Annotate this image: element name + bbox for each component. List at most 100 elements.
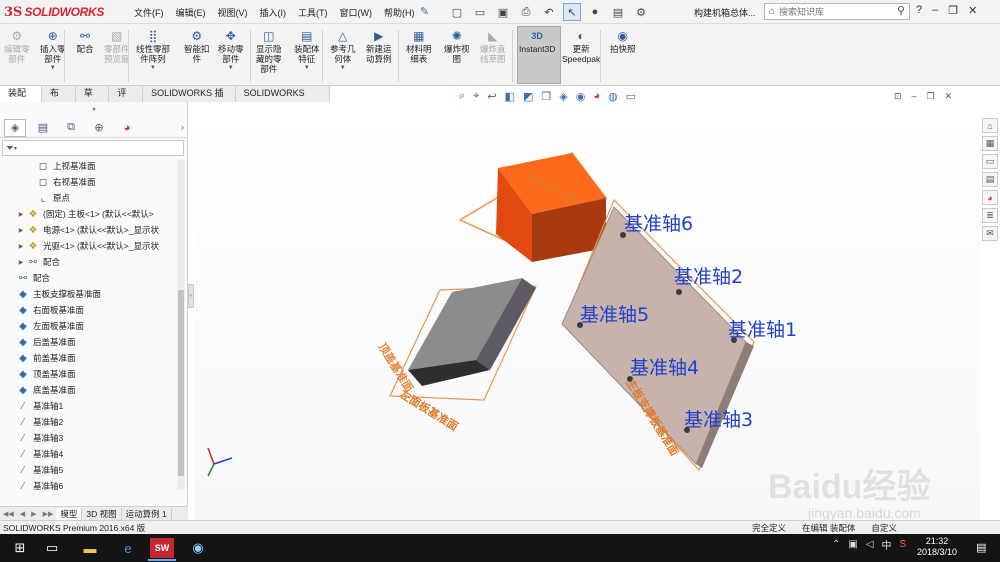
section-view-icon[interactable]: ◧	[505, 90, 515, 103]
property-manager-icon[interactable]: ▤	[32, 119, 54, 137]
restore-icon[interactable]: ❐	[948, 4, 958, 17]
assembly-scene[interactable]: 前盖基准面 主板支撑板基准面 顶盖基准面 左面板基准面 基准轴6 基准轴2 基准…	[194, 102, 980, 520]
bom-button[interactable]: ▦ 材料明 细表	[406, 28, 432, 64]
view-palette-icon[interactable]: ▤	[982, 172, 998, 187]
tree-item[interactable]: ◆ 后盖基准面	[0, 334, 176, 350]
edit-appearance-icon[interactable]: ◕	[593, 90, 600, 103]
feature-manager-icon[interactable]: ◈	[4, 118, 26, 137]
linear-pattern-button[interactable]: ⣿ 线性零部 件阵列 ▼	[136, 28, 170, 72]
chevron-down-icon[interactable]: ▼	[340, 64, 346, 72]
filter-icon[interactable]: ⏷	[6, 143, 14, 154]
tree-item[interactable]: ⁄ 基准轴3	[0, 430, 176, 446]
edit-component-button[interactable]: ⚙ 编辑零 部件	[4, 28, 30, 64]
nav-next-icon[interactable]: ▶	[28, 510, 39, 518]
menu-insert[interactable]: 插入(I)	[260, 6, 287, 19]
expand-arrow-icon[interactable]: ▶	[16, 243, 26, 250]
expand-arrow-icon[interactable]: ▶	[16, 259, 26, 266]
rebuild-icon[interactable]: ●	[586, 3, 604, 21]
expand-arrow-icon[interactable]: ▶	[16, 211, 26, 218]
mate-button[interactable]: ⚯ 配合	[76, 28, 94, 54]
tree-item[interactable]: ⁄ 基准轴4	[0, 446, 176, 462]
instant3d-button[interactable]: 3D Instant3D	[519, 28, 555, 54]
tray-arrow-icon[interactable]: ⌃	[832, 539, 840, 550]
assembly-features-button[interactable]: ▤ 装配体 特征 ▼	[294, 28, 320, 72]
chevron-down-icon[interactable]: ▼	[150, 64, 156, 72]
windows-start-icon[interactable]: ⊞	[8, 538, 32, 558]
close-icon[interactable]: ✕	[968, 4, 977, 17]
file-properties-icon[interactable]: ▤	[609, 3, 627, 21]
nav-prev-icon[interactable]: ◀	[17, 510, 28, 518]
graphics-area[interactable]: 前盖基准面 主板支撑板基准面 顶盖基准面 左面板基准面 基准轴6 基准轴2 基准…	[194, 102, 980, 520]
chevron-down-icon[interactable]: ▼	[50, 64, 56, 72]
tree-item[interactable]: ⁄ 基准轴6	[0, 478, 176, 494]
tree-item[interactable]: ⚯ 配合	[0, 270, 176, 286]
menu-view[interactable]: 视图(V)	[218, 6, 248, 19]
menu-file[interactable]: 文件(F)	[134, 6, 164, 19]
open-icon[interactable]: ▭	[471, 3, 489, 21]
zoom-area-icon[interactable]: ⌖	[473, 90, 479, 103]
edge-icon[interactable]: e	[116, 538, 140, 558]
new-motion-study-button[interactable]: ▶ 新建运 动算例	[366, 28, 392, 64]
tree-item[interactable]: ⁄ 基准轴1	[0, 398, 176, 414]
smart-fasteners-button[interactable]: ⚙ 智能扣 件	[184, 28, 210, 64]
tab-layout[interactable]: 布局	[42, 86, 76, 113]
axis-label-6[interactable]: 基准轴6	[624, 213, 693, 235]
axis-label-5[interactable]: 基准轴5	[580, 304, 649, 326]
chevron-down-icon[interactable]: ▼	[304, 64, 310, 72]
display-manager-icon[interactable]: ◕	[116, 119, 138, 137]
expand-arrow-icon[interactable]: ▶	[16, 227, 26, 234]
view-orientation-icon[interactable]: ❒	[541, 90, 551, 103]
home-icon[interactable]: ⌂	[982, 118, 998, 133]
viewport-restore-icon[interactable]: ❐	[927, 91, 935, 102]
apply-scene-icon[interactable]: ◍	[608, 90, 618, 103]
volume-icon[interactable]: ◁	[866, 539, 874, 550]
clock[interactable]: 21:32 2018/3/10	[910, 536, 964, 558]
chevron-down-icon[interactable]: ▼	[228, 64, 234, 72]
tree-item[interactable]: ⁄ 基准轴5	[0, 462, 176, 478]
tree-item[interactable]: ▶ ❖ 电源<1> (默认<<默认>_显示状	[0, 222, 176, 238]
new-icon[interactable]: ▢	[448, 3, 466, 21]
tree-item[interactable]: ◆ 左面板基准面	[0, 318, 176, 334]
nav-first-icon[interactable]: ◀◀	[0, 510, 17, 518]
tab-assembly[interactable]: 装配体	[0, 86, 43, 113]
menu-window[interactable]: 窗口(W)	[340, 6, 373, 19]
component-preview-button[interactable]: ▧ 零部件 预览窗	[104, 28, 130, 64]
menu-tools[interactable]: 工具(T)	[298, 6, 328, 19]
solidworks-logo[interactable]: 3S SOLIDWORKS	[4, 4, 104, 20]
tree-item[interactable]: ⌞ 原点	[0, 190, 176, 206]
design-library-icon[interactable]: ▦	[982, 136, 998, 151]
tree-item[interactable]: ◆ 前盖基准面	[0, 350, 176, 366]
dynamic-annotation-icon[interactable]: ◩	[523, 90, 533, 103]
search-scope-icon[interactable]: ⌂	[769, 6, 775, 17]
display-style-icon[interactable]: ◈	[559, 90, 567, 103]
tree-item[interactable]: ◆ 底盖基准面	[0, 382, 176, 398]
nav-last-icon[interactable]: ▶▶	[40, 510, 57, 518]
tab-addins[interactable]: SOLIDWORKS 插件	[143, 86, 236, 113]
ime-indicator[interactable]: 中	[882, 537, 892, 552]
unit-system[interactable]: 自定义	[871, 522, 897, 534]
exploded-view-button[interactable]: ✺ 爆炸视 图	[444, 28, 470, 64]
options-icon[interactable]: ⚙	[632, 3, 650, 21]
appearances-icon[interactable]: ◕	[982, 190, 998, 205]
tab-model[interactable]: 模型	[56, 507, 83, 520]
tree-item[interactable]: ▶ ❖ 光驱<1> (默认<<默认>_显示状	[0, 238, 176, 254]
axis-label-4[interactable]: 基准轴4	[630, 357, 699, 379]
tab-evaluate[interactable]: 评估	[109, 86, 144, 113]
undo-icon[interactable]: ↶	[540, 3, 558, 21]
menu-edit[interactable]: 编辑(E)	[176, 6, 206, 19]
help-icon[interactable]: ?	[916, 4, 922, 17]
search-input[interactable]	[779, 6, 880, 17]
save-icon[interactable]: ▣	[494, 3, 512, 21]
tree-scrollbar[interactable]	[177, 160, 185, 490]
tree-filter[interactable]: ⏷ ▾	[2, 140, 184, 156]
show-hidden-button[interactable]: ◫ 显示隐 藏的零 部件	[256, 28, 282, 74]
select-icon[interactable]: ↖	[563, 3, 581, 21]
scrollbar-thumb[interactable]	[178, 290, 184, 476]
move-component-button[interactable]: ✥ 移动零 部件 ▼	[218, 28, 244, 72]
paint-icon[interactable]: ◉	[186, 538, 210, 558]
previous-view-icon[interactable]: ↩	[487, 90, 496, 103]
network-icon[interactable]: ▣	[848, 539, 857, 550]
tab-mbd[interactable]: SOLIDWORKS MBD	[236, 86, 330, 113]
tree-item[interactable]: ◆ 顶盖基准面	[0, 366, 176, 382]
custom-properties-icon[interactable]: ≣	[982, 208, 998, 223]
